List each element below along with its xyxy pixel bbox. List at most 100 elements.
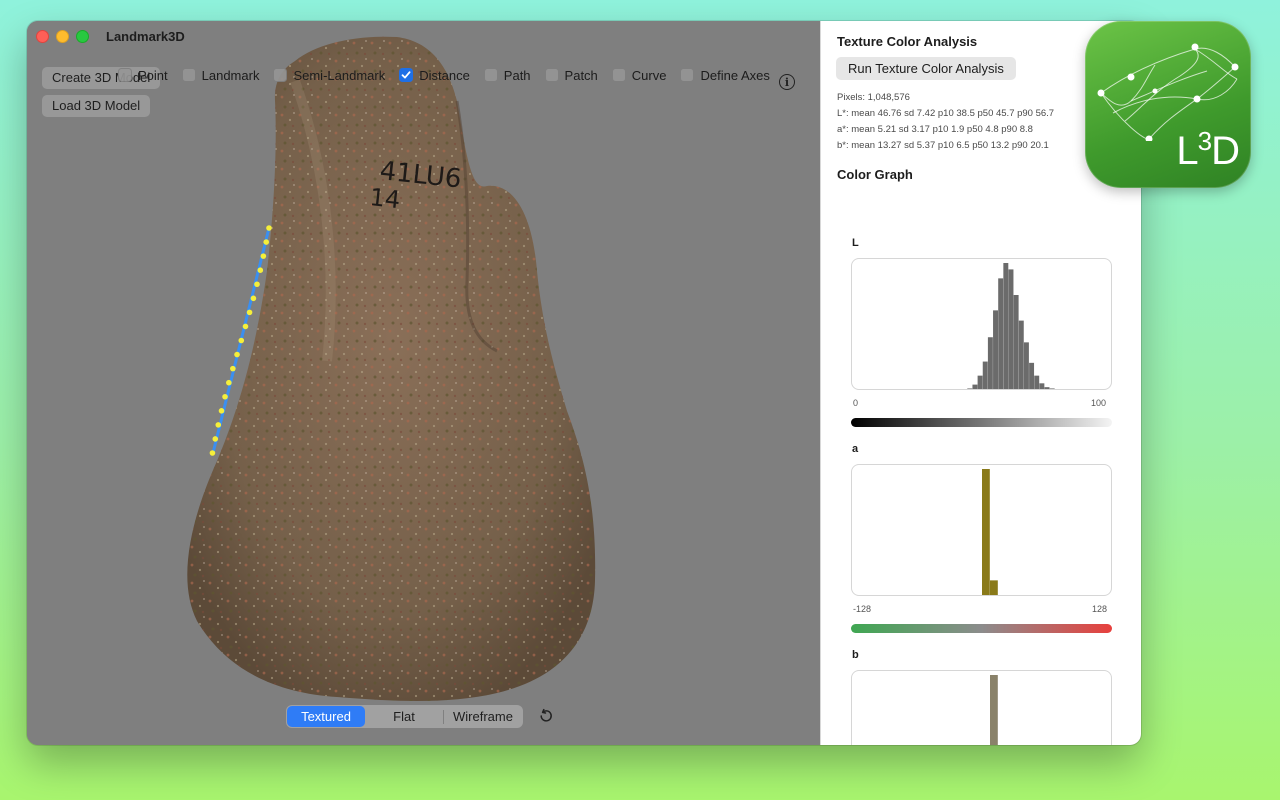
distance-point[interactable] xyxy=(242,323,249,330)
window-title: Landmark3D xyxy=(106,29,185,44)
a-gradient-bar xyxy=(851,624,1112,633)
b-histogram-chart xyxy=(990,675,998,745)
checkmark-icon xyxy=(401,71,411,79)
a-axis-min: -128 xyxy=(853,604,872,614)
distance-point[interactable] xyxy=(260,253,267,259)
distance-point[interactable] xyxy=(215,422,222,428)
distance-point[interactable] xyxy=(234,351,240,358)
histogram-bar xyxy=(1034,375,1040,389)
tool-path[interactable]: Path xyxy=(483,67,531,83)
distance-point[interactable] xyxy=(257,267,264,273)
maximize-window-button[interactable] xyxy=(76,30,89,43)
distance-point[interactable] xyxy=(246,309,253,316)
tool-toolbar: Point Landmark Semi-Landmark Distance Pa… xyxy=(118,65,784,85)
tool-label: Distance xyxy=(419,67,470,83)
distance-point[interactable] xyxy=(254,281,260,288)
tool-label: Patch xyxy=(564,67,598,83)
app-icon-label: L3D xyxy=(1176,126,1240,174)
distance-point[interactable] xyxy=(250,295,257,302)
histogram-bar xyxy=(990,675,998,745)
histogram-bar xyxy=(1018,320,1024,389)
tool-semi-landmark[interactable]: Semi-Landmark xyxy=(273,68,385,83)
histogram-bar xyxy=(1023,342,1029,389)
histogram-bar xyxy=(1008,269,1014,389)
pixel-count: Pixels: 1,048,576 xyxy=(837,92,910,103)
tool-patch[interactable]: Patch xyxy=(544,67,598,83)
a-histogram-chart xyxy=(982,469,998,595)
panel-title: Texture Color Analysis xyxy=(837,34,978,49)
l-histogram-chart xyxy=(967,263,1055,389)
checkbox[interactable] xyxy=(680,68,695,82)
histogram-bar xyxy=(987,337,993,389)
histogram-bar xyxy=(1003,263,1009,389)
tool-point[interactable]: Point xyxy=(118,68,168,83)
run-analysis-button[interactable]: Run Texture Color Analysis xyxy=(836,57,1016,80)
distance-point[interactable] xyxy=(209,450,216,456)
load-3d-model-button[interactable]: Load 3D Model xyxy=(42,95,151,117)
histogram-bar xyxy=(993,310,998,389)
app-icon-l: L xyxy=(1176,129,1198,173)
distance-point[interactable] xyxy=(226,379,232,386)
info-icon[interactable]: i xyxy=(779,74,795,90)
render-mode-control: Textured Flat Wireframe xyxy=(286,705,523,728)
render-mode-textured[interactable]: Textured xyxy=(287,706,365,727)
l-channel-label: L xyxy=(852,237,859,249)
checkbox[interactable] xyxy=(544,68,559,82)
tool-label: Define Axes xyxy=(700,67,770,83)
minimize-window-button[interactable] xyxy=(56,30,69,43)
checkbox[interactable] xyxy=(483,68,498,82)
l-axis-max: 100 xyxy=(1091,398,1107,408)
distance-point[interactable] xyxy=(266,225,272,231)
histogram-bar xyxy=(982,361,988,389)
b-histogram xyxy=(851,670,1112,745)
tool-label: Semi-Landmark xyxy=(293,67,386,83)
checkbox-checked[interactable] xyxy=(399,68,414,82)
reset-view-icon[interactable] xyxy=(538,708,554,724)
histogram-bar xyxy=(982,469,990,595)
tool-label: Landmark xyxy=(201,67,260,83)
histogram-bar xyxy=(1013,295,1019,389)
distance-point[interactable] xyxy=(238,337,245,344)
checkbox[interactable] xyxy=(611,68,626,82)
l-axis-min: 0 xyxy=(853,398,859,408)
l-histogram xyxy=(851,258,1112,390)
app-window: 41LU6 14 Landmark3D Create 3D Model Load… xyxy=(27,21,1141,745)
histogram-bar xyxy=(1049,388,1055,389)
checkbox[interactable] xyxy=(181,68,196,82)
render-mode-wireframe[interactable]: Wireframe xyxy=(444,706,522,727)
landmark3d-app-icon: L3D xyxy=(1085,21,1251,188)
tool-curve[interactable]: Curve xyxy=(611,67,667,83)
app-icon-superscript: 3 xyxy=(1197,126,1213,156)
specimen-label-line2: 14 xyxy=(368,183,401,214)
model-viewport[interactable]: 41LU6 14 Landmark3D Create 3D Model Load… xyxy=(27,21,820,745)
l-stats: L*: mean 46.76 sd 7.42 p10 38.5 p50 45.7… xyxy=(837,108,1055,119)
distance-point[interactable] xyxy=(230,365,236,372)
close-window-button[interactable] xyxy=(36,30,49,43)
tool-define-axes[interactable]: Define Axes xyxy=(680,67,770,83)
tool-label: Point xyxy=(138,67,168,83)
histogram-bar xyxy=(1039,383,1045,389)
app-icon-d: D xyxy=(1211,129,1240,173)
distance-point[interactable] xyxy=(218,408,225,414)
tool-label: Curve xyxy=(631,67,667,83)
render-mode-flat[interactable]: Flat xyxy=(365,706,443,727)
checkbox[interactable] xyxy=(118,68,132,82)
l-gradient-bar xyxy=(851,418,1112,427)
tool-distance[interactable]: Distance xyxy=(399,68,470,83)
a-channel-label: a xyxy=(852,443,859,455)
histogram-bar xyxy=(1044,387,1050,389)
b-stats: b*: mean 13.27 sd 5.37 p10 6.5 p50 13.2 … xyxy=(837,140,1049,151)
checkbox[interactable] xyxy=(273,68,288,82)
histogram-bar xyxy=(1029,362,1035,389)
color-graph-title: Color Graph xyxy=(837,167,913,182)
tool-label: Path xyxy=(503,67,531,83)
tool-landmark[interactable]: Landmark xyxy=(181,67,260,83)
histogram-bar xyxy=(977,375,983,389)
a-axis-max: 128 xyxy=(1092,604,1108,614)
specimen-model[interactable]: 41LU6 14 xyxy=(27,21,820,745)
distance-point[interactable] xyxy=(263,239,270,245)
a-histogram xyxy=(851,464,1112,596)
histogram-bar xyxy=(972,384,978,389)
distance-point[interactable] xyxy=(212,436,219,442)
distance-point[interactable] xyxy=(222,393,228,400)
